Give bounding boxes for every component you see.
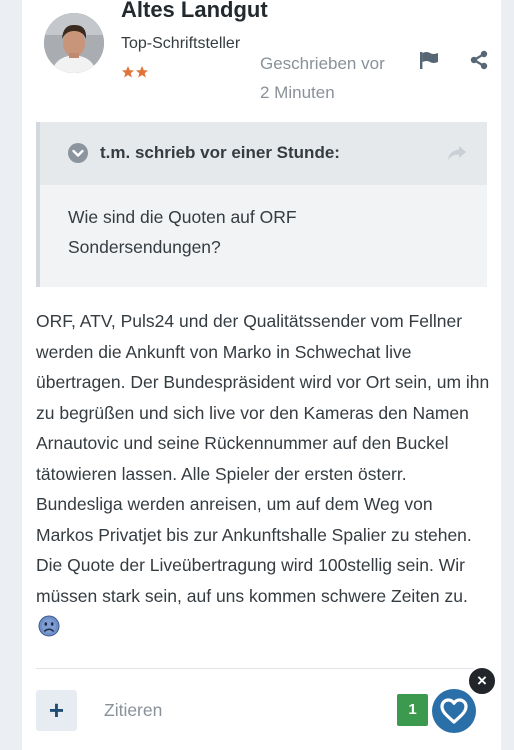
quote-button[interactable]: Zitieren	[104, 700, 162, 721]
quote-citation: t.m. schrieb vor einer Stunde:	[100, 143, 340, 162]
close-icon: ×	[477, 671, 487, 690]
quote-text: Wie sind die Quoten auf ORF Sondersendun…	[68, 207, 297, 257]
multiquote-button[interactable]: +	[36, 690, 77, 731]
close-button[interactable]: ×	[467, 666, 497, 696]
author-name[interactable]: Altes Landgut	[121, 0, 268, 23]
heart-icon	[440, 698, 468, 724]
react-button[interactable]	[432, 689, 476, 733]
reply-arrow-icon[interactable]	[447, 144, 467, 162]
reaction-count-badge[interactable]: 1	[397, 694, 428, 726]
share-icon[interactable]	[469, 50, 489, 70]
quote-block: t.m. schrieb vor einer Stunde: Wie sind …	[36, 122, 487, 287]
quote-header: t.m. schrieb vor einer Stunde:	[40, 122, 487, 185]
plus-icon: +	[48, 695, 65, 725]
rank-stars-icon	[121, 65, 151, 79]
sad-face-icon	[38, 615, 60, 637]
post-timestamp[interactable]: Geschrieben vor 2 Minuten	[260, 49, 385, 107]
post-divider	[36, 668, 487, 669]
post-text: ORF, ATV, Puls24 und der Qualitätssender…	[36, 311, 490, 606]
post-content: ORF, ATV, Puls24 und der Qualitätssender…	[36, 306, 491, 642]
author-avatar[interactable]	[44, 13, 104, 73]
author-rank: Top-Schriftsteller	[121, 35, 241, 52]
chevron-down-circle-icon[interactable]	[67, 142, 89, 164]
flag-icon[interactable]	[419, 50, 439, 70]
